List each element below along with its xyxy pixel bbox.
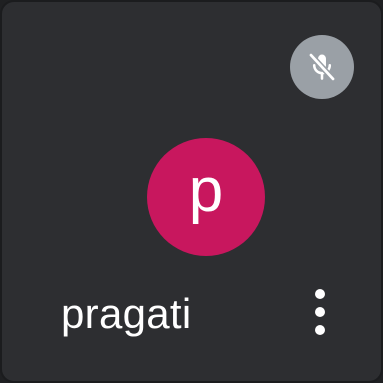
avatar: p [147, 138, 265, 256]
avatar-initial: p [188, 156, 224, 225]
mic-off-icon [305, 50, 339, 84]
more-vert-icon-dot [315, 325, 325, 335]
participant-name: pragati [61, 290, 192, 337]
more-options-button[interactable] [300, 282, 340, 342]
more-vert-icon-dot [315, 289, 325, 299]
more-vert-icon-dot [315, 307, 325, 317]
mic-muted-indicator [290, 35, 354, 99]
participant-tile[interactable]: p pragati [0, 0, 383, 383]
